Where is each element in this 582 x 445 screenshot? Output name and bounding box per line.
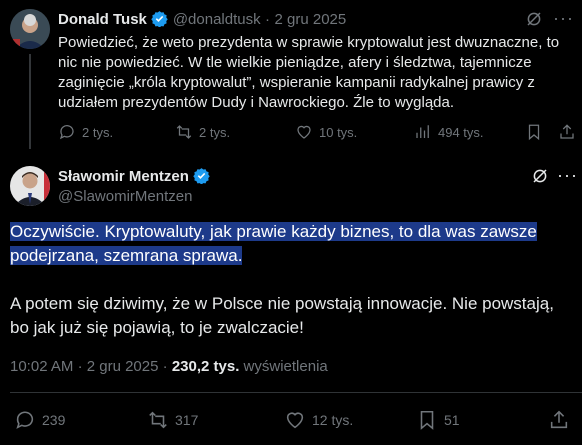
heart-icon [297, 125, 311, 139]
post-text-highlighted-block: Oczywiście. Kryptowaluty, jak prawie każ… [10, 220, 575, 268]
verified-badge-icon [151, 11, 169, 27]
more-options-icon[interactable]: ··· [557, 165, 578, 186]
person-icon [10, 166, 50, 206]
author-name[interactable]: Donald Tusk [58, 11, 147, 28]
repost-count: 2 tys. [199, 124, 231, 140]
reply-icon [16, 411, 34, 429]
repost-icon [176, 125, 192, 139]
share-icon [550, 410, 568, 429]
grok-icon[interactable] [531, 167, 549, 190]
bookmark-button[interactable] [525, 123, 543, 146]
thread-line [29, 54, 31, 149]
reply-count: 2 tys. [82, 124, 114, 140]
reply-icon [59, 125, 74, 140]
repost-icon [149, 411, 167, 429]
like-button[interactable]: 12 tys. [284, 409, 353, 431]
person-icon [10, 9, 50, 49]
views-label: wyświetlenia [243, 358, 328, 375]
action-bar: 239 317 12 tys. 51 [14, 409, 574, 433]
repost-button[interactable]: 317 [147, 409, 198, 431]
share-button[interactable] [558, 123, 576, 146]
bookmark-icon [420, 410, 434, 430]
post-meta: 10:02 AM · 2 gru 2025 · 230,2 tys. wyświ… [10, 358, 328, 375]
highlighted-text: Oczywiście. Kryptowaluty, jak prawie każ… [10, 222, 537, 265]
author-name[interactable]: Sławomir Mentzen [58, 168, 189, 185]
separator-dot: · [265, 11, 271, 28]
bookmark-button[interactable]: 51 [416, 409, 460, 431]
post-text: A potem się dziwimy, że w Polsce nie pow… [10, 294, 554, 337]
views-count: 494 tys. [438, 124, 484, 140]
views-icon [416, 125, 429, 138]
post-text: Powiedzieć, że weto prezydenta w sprawie… [58, 34, 560, 111]
separator-dot: · [162, 358, 168, 375]
share-button[interactable] [548, 409, 570, 436]
views-button[interactable]: 494 tys. [414, 123, 484, 141]
author-handle[interactable]: @donaldtusk [173, 11, 261, 28]
bookmark-icon [528, 124, 540, 141]
grok-icon[interactable] [525, 10, 543, 33]
avatar-tusk[interactable] [10, 9, 50, 49]
reply-button[interactable]: 2 tys. [58, 123, 113, 141]
repost-count: 317 [175, 412, 199, 428]
like-button[interactable]: 10 tys. [295, 123, 357, 141]
post-time[interactable]: 10:02 AM [10, 358, 73, 375]
divider [10, 392, 582, 393]
post-header-mentzen: Sławomir Mentzen [58, 167, 211, 186]
reply-button[interactable]: 239 [14, 409, 65, 431]
reply-count: 239 [42, 412, 66, 428]
verified-badge-icon [193, 168, 211, 184]
more-options-icon[interactable]: ··· [553, 8, 574, 29]
heart-icon [286, 412, 304, 429]
bookmark-count: 51 [444, 412, 460, 428]
author-handle[interactable]: @SlawomirMentzen [58, 188, 192, 205]
like-count: 12 tys. [312, 412, 354, 428]
share-icon [560, 124, 574, 139]
views-count: 230,2 tys. [171, 358, 240, 375]
avatar-mentzen[interactable] [10, 166, 50, 206]
repost-button[interactable]: 2 tys. [175, 123, 230, 141]
post-date[interactable]: 2 gru 2025 [87, 358, 159, 375]
action-bar: 2 tys. 2 tys. 10 tys. 494 tys. [58, 123, 578, 143]
separator-dot: · [77, 358, 83, 375]
like-count: 10 tys. [319, 124, 358, 140]
post-header-tusk: Donald Tusk @donaldtusk · 2 gru 2025 [58, 10, 346, 29]
post-date[interactable]: 2 gru 2025 [275, 11, 347, 28]
